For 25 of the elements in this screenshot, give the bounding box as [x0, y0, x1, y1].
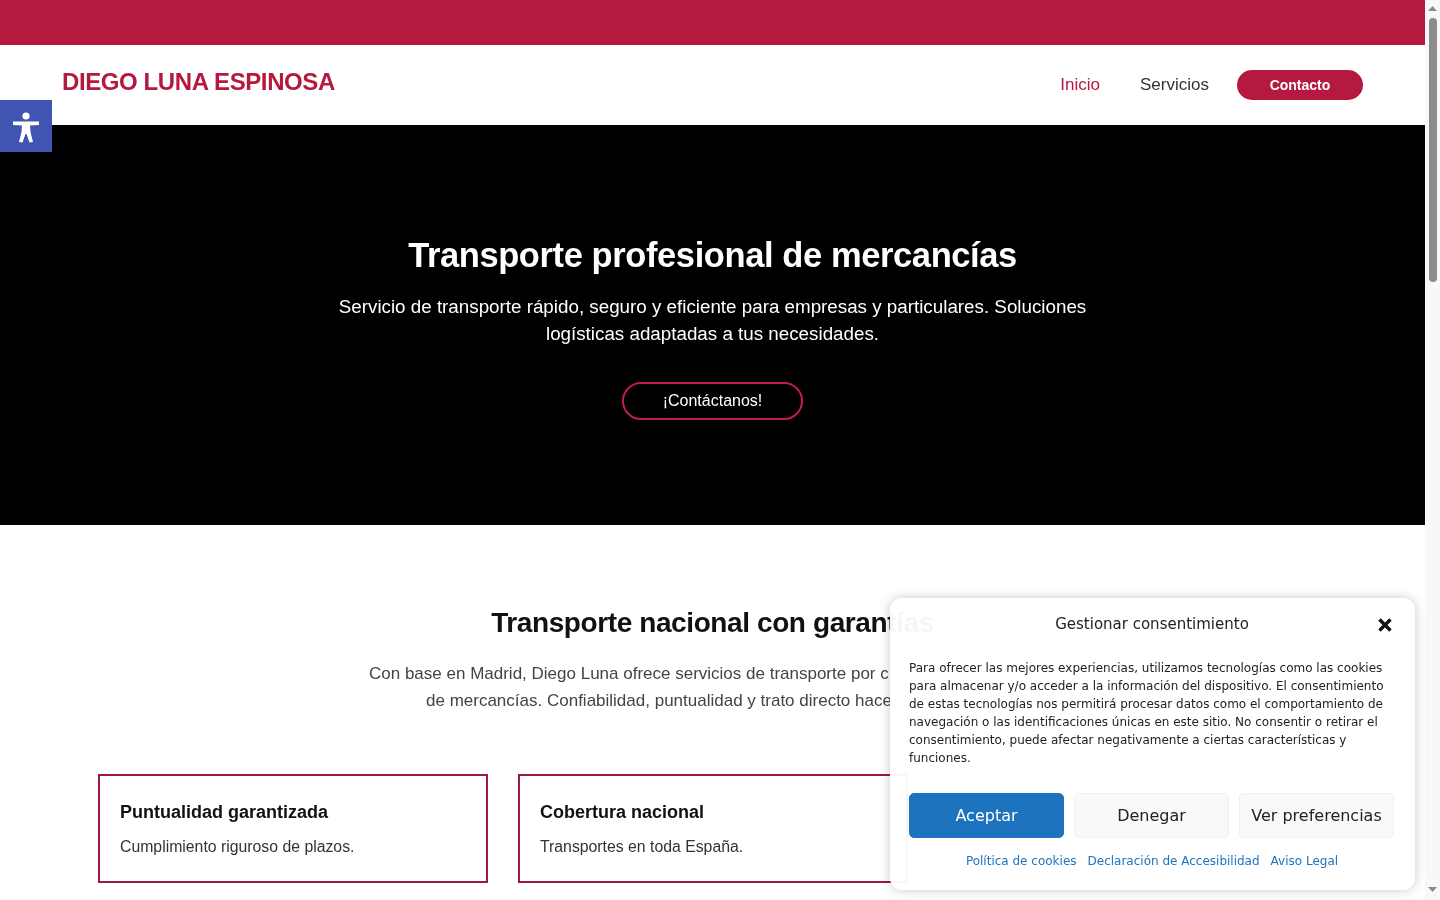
- caret-down-icon[interactable]: [1428, 887, 1437, 892]
- hero-title: Transporte profesional de mercancías: [408, 235, 1017, 276]
- feature-description: Transportes en toda España.: [540, 837, 745, 857]
- policy-link[interactable]: Política de cookies: [965, 852, 1077, 870]
- site-logo[interactable]: DIEGO LUNA ESPINOSA: [62, 68, 335, 96]
- feature-title: Puntualidad garantizada: [120, 801, 330, 824]
- nav-link[interactable]: Inicio: [1060, 75, 1101, 95]
- scrollbar[interactable]: [1425, 0, 1440, 900]
- scrollbar-thumb[interactable]: [1428, 18, 1437, 282]
- policy-link[interactable]: Declaración de Accesibilidad: [1087, 852, 1260, 870]
- nav-link[interactable]: Servicios: [1140, 75, 1209, 95]
- policy-link[interactable]: Aviso Legal: [1270, 852, 1339, 870]
- dialog-title: Gestionar consentimiento: [1055, 614, 1249, 635]
- consent-text: Para ofrecer las mejores experiencias, utilizamos tecnologías como las cookies para almacenar y/o acceder a la información del dispositivo. El consentimiento de estas tecnologías nos permitirá procesar datos como el comportamiento de navegación o las identificaciones únicas en este sitio. No consentir o retirar el consentimiento, puede afectar negativamente a ciertas características y funciones.: [909, 660, 1385, 767]
- intro-paragraph: Con base en Madrid, Diego Luna ofrece servicios de transporte por c de mercancías. Confiabilidad, puntualidad y trato directo hace: [369, 663, 892, 712]
- feature-description: Cumplimiento riguroso de plazos.: [120, 837, 356, 857]
- option-button[interactable]: Ver preferencias: [1239, 793, 1394, 838]
- option-button[interactable]: Denegar: [1074, 793, 1229, 838]
- contact-button[interactable]: Contacto: [1237, 70, 1363, 100]
- hero-subtitle: Servicio de transporte rápido, seguro y eficiente para empresas y particulares. Soluciones logísticas adaptadas a tus necesidades.: [337, 295, 1088, 346]
- feature-title: Cobertura nacional: [540, 801, 706, 824]
- contact-us-button[interactable]: ¡Contáctanos!: [622, 382, 803, 420]
- caret-up-icon[interactable]: [1428, 6, 1437, 11]
- close-icon[interactable]: [1378, 618, 1392, 632]
- accept-button[interactable]: Aceptar: [909, 793, 1064, 838]
